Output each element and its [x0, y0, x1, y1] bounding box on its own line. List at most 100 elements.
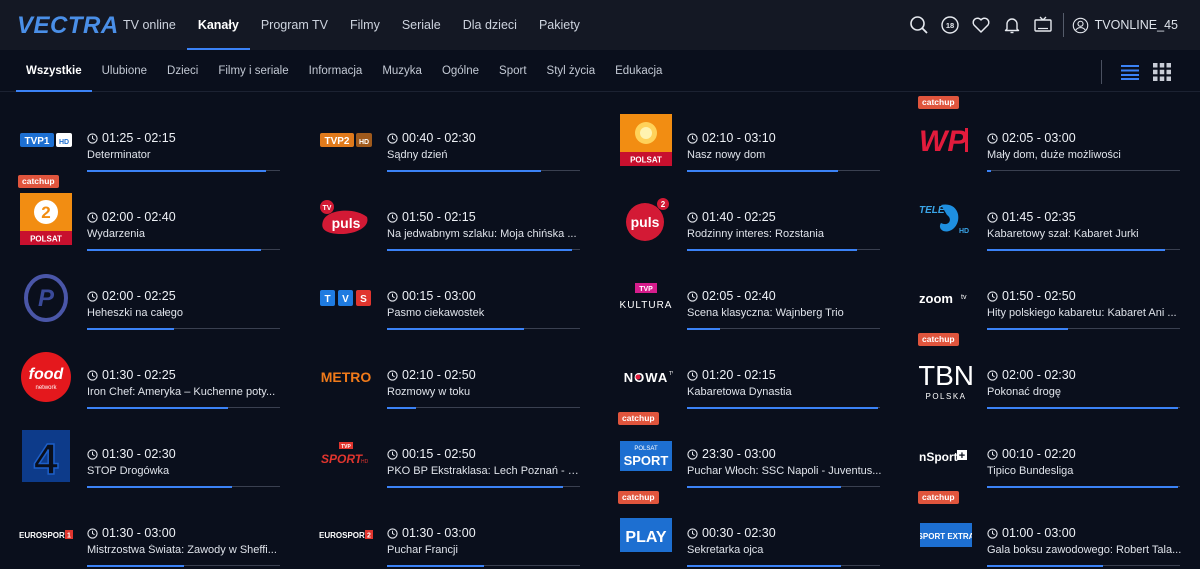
channel-card[interactable]: TVP1 HD 01:25 - 02:15 Determinator: [0, 102, 280, 174]
nav-item-program-tv[interactable]: Program TV: [250, 0, 339, 50]
channel-card[interactable]: PLAY catchup 00:30 - 02:30 Sekretarka ojca: [600, 491, 880, 569]
channel-card[interactable]: zoom tv 01:50 - 02:50 Hity polskiego kabare…: [900, 260, 1180, 332]
username: TVONLINE_45: [1094, 18, 1178, 32]
svg-text:TV: TV: [669, 371, 673, 377]
channel-logo-graphic: 4: [22, 430, 70, 483]
progress-fill: [387, 327, 525, 330]
category-tab[interactable]: Dzieci: [157, 50, 208, 92]
channel-card[interactable]: SPORT EXTRA catchup 01:00 - 03:00 Gala boks…: [900, 491, 1181, 569]
channel-logo-graphic: TBNPOLSKA: [919, 360, 973, 401]
program-time: 02:05 - 03:00: [987, 131, 1076, 145]
brand-logo[interactable]: VECTRA: [17, 12, 119, 40]
nav-item-seriale[interactable]: Seriale: [391, 0, 452, 50]
clock-icon: [687, 448, 698, 460]
channel-logo: zoom tv: [918, 270, 974, 326]
channel-card[interactable]: TBN POLSKA catchup 02:00 - 02:30 Pokonać dro…: [900, 333, 1180, 411]
channel-card[interactable]: TELE HD 01:45 - 02:35 Kabaretowy szał: Kaba…: [900, 181, 1180, 253]
channel-logo: SPORT EXTRA catchup: [918, 491, 974, 563]
svg-text:2: 2: [41, 203, 50, 222]
grid-view-icon[interactable]: [1153, 63, 1171, 81]
channel-card[interactable]: POLSAT SPORT catchup 23:30 - 03:00 Puchar Wł…: [600, 412, 881, 490]
progress-fill: [87, 169, 267, 172]
channel-card[interactable]: P 02:00 - 02:25 Heheszki na całego: [0, 260, 280, 332]
catchup-badge: catchup: [918, 333, 959, 346]
svg-text:puls: puls: [332, 215, 361, 231]
svg-text:tv: tv: [961, 294, 967, 301]
nav-item-kanały[interactable]: Kanały: [186, 0, 250, 50]
channel-card[interactable]: puls 2 01:40 - 02:25 Rodzinny interes: Rozs…: [600, 181, 880, 253]
progress-track: [387, 169, 580, 172]
nav-item-pakiety[interactable]: Pakiety: [528, 0, 591, 50]
channel-card[interactable]: T V S 00:15 - 03:00 Pasmo ciekawostek: [300, 260, 580, 332]
program-title: STOP Drogówka: [87, 465, 170, 477]
nav-item-filmy[interactable]: Filmy: [339, 0, 391, 50]
svg-text:2: 2: [661, 200, 666, 209]
progress-fill: [387, 248, 573, 251]
category-tab[interactable]: Muzyka: [372, 50, 432, 92]
progress-track: [87, 169, 280, 172]
channel-logo-graphic: NOWATV: [624, 370, 673, 385]
catchup-badge: catchup: [18, 175, 59, 188]
program-time-label: 02:10 - 03:10: [702, 131, 776, 145]
svg-text:puls: puls: [631, 214, 660, 230]
channel-card[interactable]: WP catchup 02:05 - 03:00 Mały dom, duże moż…: [900, 96, 1180, 174]
channel-logo: T VS: [318, 270, 374, 326]
program-time-label: 23:30 - 03:00: [702, 447, 776, 461]
category-tab[interactable]: Ulubione: [92, 50, 157, 92]
svg-text:POLSAT: POLSAT: [30, 235, 62, 244]
bell-icon[interactable]: [997, 0, 1028, 50]
view-toggle: [1101, 60, 1178, 84]
search-icon[interactable]: [904, 0, 935, 50]
category-tab[interactable]: Styl życia: [537, 50, 606, 92]
channel-card[interactable]: TV puls 01:50 - 02:15 Na jedwabnym szlaku: …: [300, 181, 580, 253]
progress-track: [987, 485, 1180, 488]
svg-text:TELE: TELE: [919, 205, 945, 216]
channel-card[interactable]: nSport +00:10 - 02:20 Tipico Bundesliga: [900, 418, 1180, 490]
channel-card[interactable]: TVP SPORT HD 00:15 - 02:50 PKO BP Ekstraklas…: [300, 418, 582, 490]
channel-logo-graphic: SPORT EXTRA: [920, 523, 972, 547]
progress-fill: [687, 406, 879, 409]
progress-fill: [687, 485, 842, 488]
channel-card[interactable]: TVP2 HD 00:40 - 02:30 Sądny dzień: [300, 102, 580, 174]
parental-control-icon[interactable]: 18: [935, 0, 966, 50]
nav-item-tv-online[interactable]: TV online: [112, 0, 187, 50]
channel-card[interactable]: 4 01:30 - 02:30 STOP Drogówka: [0, 418, 280, 490]
channel-logo-graphic: TVP1 HD: [20, 133, 72, 147]
program-time-label: 02:00 - 02:25: [102, 289, 176, 303]
channel-logo: 4: [18, 428, 74, 484]
top-bar: VECTRA TV online Kanały Program TV Filmy Ser…: [0, 0, 1200, 50]
progress-track: [687, 406, 880, 409]
svg-text:TV: TV: [323, 205, 332, 212]
program-title: Na jedwabnym szlaku: Moja chińska ...: [387, 228, 577, 240]
category-tab[interactable]: Edukacja: [605, 50, 672, 92]
channel-card[interactable]: TVP KULTURA 02:05 - 02:40 Scena klasyczna: …: [600, 260, 880, 332]
user-account[interactable]: TVONLINE_45: [1072, 17, 1200, 34]
progress-track: [687, 485, 880, 488]
channel-card[interactable]: METRO 02:10 - 02:50 Rozmowy w toku: [300, 339, 580, 411]
program-time: 00:15 - 03:00: [387, 289, 476, 303]
category-tab[interactable]: Filmy i seriale: [208, 50, 298, 92]
channel-card[interactable]: EUROSPORT 1 01:30 - 03:00 Mistrzostwa Świat…: [0, 497, 280, 569]
program-title: Sekretarka ojca: [687, 544, 764, 556]
svg-text:TBN: TBN: [919, 360, 973, 391]
channel-card[interactable]: food network 01:30 - 02:25 Iron Chef: Amery…: [0, 339, 280, 411]
category-tab[interactable]: Ogólne: [432, 50, 489, 92]
category-tab[interactable]: Sport: [489, 50, 537, 92]
channel-card[interactable]: NOWATV 01:20 - 02:15 Kabaretowa Dynastia: [600, 339, 880, 411]
svg-text:HD: HD: [959, 228, 969, 235]
channel-card[interactable]: EUROSPORT 2 01:30 - 03:00 Puchar Francji: [300, 497, 580, 569]
category-tab[interactable]: Wszystkie: [16, 50, 92, 92]
channel-card[interactable]: 2 POLSAT catchup 02:00 - 02:40 Wydarzenia: [0, 175, 280, 253]
clock-icon: [387, 290, 398, 302]
category-tab[interactable]: Informacja: [299, 50, 373, 92]
tv-icon[interactable]: [1028, 0, 1059, 50]
program-title: Rodzinny interes: Rozstania: [687, 228, 824, 240]
list-view-icon[interactable]: [1121, 63, 1139, 81]
clock-icon: [987, 527, 998, 539]
heart-icon[interactable]: [966, 0, 997, 50]
channel-card[interactable]: POLSAT 02:10 - 03:10 Nasz nowy dom: [600, 102, 880, 174]
clock-icon: [687, 527, 698, 539]
svg-text:TVP: TVP: [639, 286, 653, 293]
nav-item-dla-dzieci[interactable]: Dla dzieci: [452, 0, 528, 50]
svg-text:EUROSPORT: EUROSPORT: [319, 531, 370, 540]
